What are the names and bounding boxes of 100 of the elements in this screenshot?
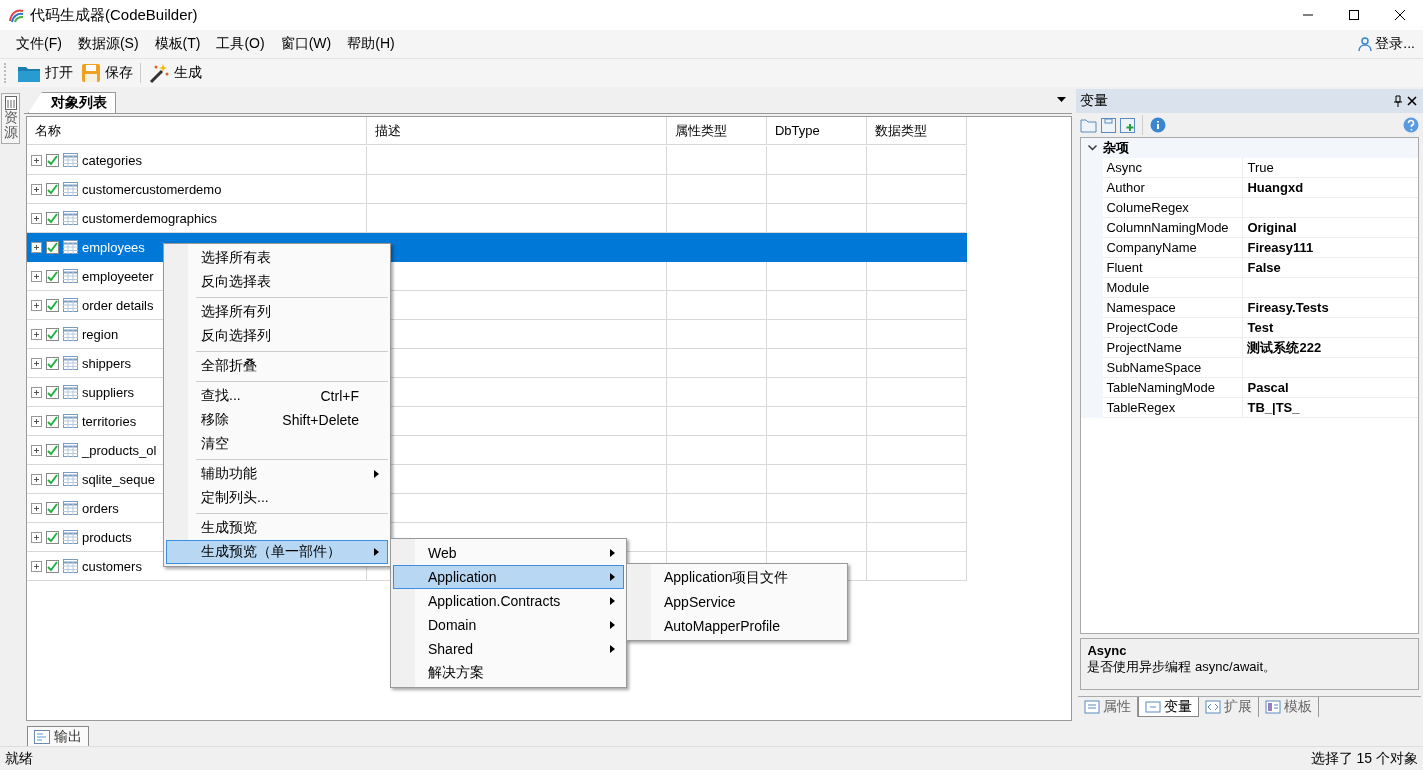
menu-item[interactable]: Domain: [393, 613, 624, 637]
expand-icon[interactable]: [30, 386, 42, 398]
table-icon: [62, 153, 78, 167]
menu-item[interactable]: Application: [393, 565, 624, 589]
menu-item[interactable]: 反向选择列: [166, 324, 388, 348]
property-value[interactable]: True: [1243, 158, 1418, 178]
checkbox[interactable]: [45, 414, 59, 428]
column-header[interactable]: 属性类型: [666, 117, 767, 145]
menu-item[interactable]: 反向选择表: [166, 270, 388, 294]
property-value[interactable]: TB_|TS_: [1243, 398, 1418, 418]
toolbar-button[interactable]: 保存: [77, 60, 137, 86]
menu-item[interactable]: 查找... Ctrl+F: [166, 384, 388, 408]
expand-icon[interactable]: [30, 241, 42, 253]
checkbox[interactable]: [45, 240, 59, 254]
column-header[interactable]: 数据类型: [866, 117, 967, 145]
property-value[interactable]: Test: [1243, 318, 1418, 338]
checkbox[interactable]: [45, 269, 59, 283]
property-name: CompanyName: [1103, 238, 1244, 258]
document-tab[interactable]: 对象列表: [27, 92, 116, 113]
menu-bar-item[interactable]: 帮助(H): [339, 32, 403, 56]
checkbox[interactable]: [45, 472, 59, 486]
expand-icon[interactable]: [30, 212, 42, 224]
maximize-icon[interactable]: [1349, 10, 1359, 20]
menu-item[interactable]: 选择所有列: [166, 300, 388, 324]
expand-icon[interactable]: [30, 531, 42, 543]
panel-tab[interactable]: 变量: [1138, 697, 1200, 717]
panel-tab[interactable]: 属性: [1078, 697, 1139, 717]
code-icon: [1205, 699, 1222, 715]
checkbox[interactable]: [45, 327, 59, 341]
output-tab[interactable]: 输出: [27, 726, 89, 746]
checkbox[interactable]: [45, 153, 59, 167]
checkbox[interactable]: [45, 559, 59, 573]
menu-bar-item[interactable]: 窗口(W): [272, 32, 340, 56]
dropdown-icon[interactable]: [1057, 97, 1067, 102]
expand-icon[interactable]: [30, 154, 42, 166]
menu-item[interactable]: AppService: [629, 590, 845, 614]
menu-item[interactable]: 生成预览（单一部件）: [166, 540, 388, 564]
expand-icon[interactable]: [30, 444, 42, 456]
property-value[interactable]: Huangxd: [1243, 178, 1418, 198]
panel-tab[interactable]: 扩展: [1199, 697, 1260, 717]
property-value[interactable]: 测试系统222: [1243, 338, 1418, 358]
menu-bar-item[interactable]: 数据源(S): [69, 32, 147, 56]
checkbox[interactable]: [45, 530, 59, 544]
checkbox[interactable]: [45, 385, 59, 399]
expand-icon[interactable]: [30, 415, 42, 427]
column-header[interactable]: 描述: [366, 117, 667, 145]
login-button[interactable]: 登录...: [1358, 35, 1415, 53]
menu-item[interactable]: 移除 Shift+Delete: [166, 408, 388, 432]
expand-icon[interactable]: [30, 357, 42, 369]
checkbox[interactable]: [45, 501, 59, 515]
panel-title: 变量: [1080, 92, 1110, 110]
expand-icon[interactable]: [30, 299, 42, 311]
menu-item[interactable]: Application.Contracts: [393, 589, 624, 613]
property-value[interactable]: Original: [1243, 218, 1418, 238]
menu-item[interactable]: 生成预览: [166, 516, 388, 540]
menu-item[interactable]: 清空: [166, 432, 388, 456]
expand-icon[interactable]: [30, 502, 42, 514]
property-value[interactable]: Fireasy111: [1243, 238, 1418, 258]
pin-icon[interactable]: [1391, 95, 1405, 107]
table-name: order details: [81, 297, 154, 313]
expand-icon[interactable]: [30, 560, 42, 572]
expand-icon[interactable]: [30, 328, 42, 340]
menu-item[interactable]: AutoMapperProfile: [629, 614, 845, 638]
column-header[interactable]: DbType: [766, 117, 867, 145]
menu-bar-item[interactable]: 文件(F): [8, 32, 70, 56]
menu-item[interactable]: 全部折叠: [166, 354, 388, 378]
help-icon[interactable]: [1403, 117, 1419, 133]
table-name: customerdemographics: [81, 210, 218, 226]
column-header[interactable]: 名称: [26, 117, 367, 145]
toolbar-button[interactable]: 生成: [144, 60, 206, 86]
close-icon[interactable]: [1395, 10, 1405, 20]
menu-bar-item[interactable]: 工具(O): [208, 32, 273, 56]
output-icon: [34, 729, 50, 744]
checkbox[interactable]: [45, 356, 59, 370]
panel-tab[interactable]: 模板: [1259, 697, 1320, 717]
floppy-disk-icon[interactable]: [1101, 117, 1117, 133]
toolbar-button[interactable]: 打开: [13, 60, 77, 86]
menu-item[interactable]: Shared: [393, 637, 624, 661]
info-icon[interactable]: [1150, 117, 1167, 133]
property-value[interactable]: Pascal: [1243, 378, 1418, 398]
checkbox[interactable]: [45, 443, 59, 457]
checkbox[interactable]: [45, 298, 59, 312]
expand-icon[interactable]: [30, 270, 42, 282]
menu-item[interactable]: 解决方案: [393, 661, 624, 685]
menu-item[interactable]: Application项目文件: [629, 566, 845, 590]
close-icon[interactable]: [1405, 96, 1419, 106]
menu-item[interactable]: 选择所有表: [166, 246, 388, 270]
checkbox[interactable]: [45, 211, 59, 225]
expand-icon[interactable]: [30, 183, 42, 195]
menu-item[interactable]: Web: [393, 541, 624, 565]
property-value[interactable]: Fireasy.Tests: [1243, 298, 1418, 318]
checkbox[interactable]: [45, 182, 59, 196]
menu-item[interactable]: 定制列头...: [166, 486, 388, 510]
property-value[interactable]: False: [1243, 258, 1418, 278]
menu-bar-item[interactable]: 模板(T): [146, 32, 209, 56]
expand-icon[interactable]: [30, 473, 42, 485]
save-new-icon[interactable]: [1120, 117, 1136, 133]
menu-item[interactable]: 辅助功能: [166, 462, 388, 486]
side-tab[interactable]: 资源: [1, 93, 20, 144]
table-icon: [62, 530, 78, 544]
